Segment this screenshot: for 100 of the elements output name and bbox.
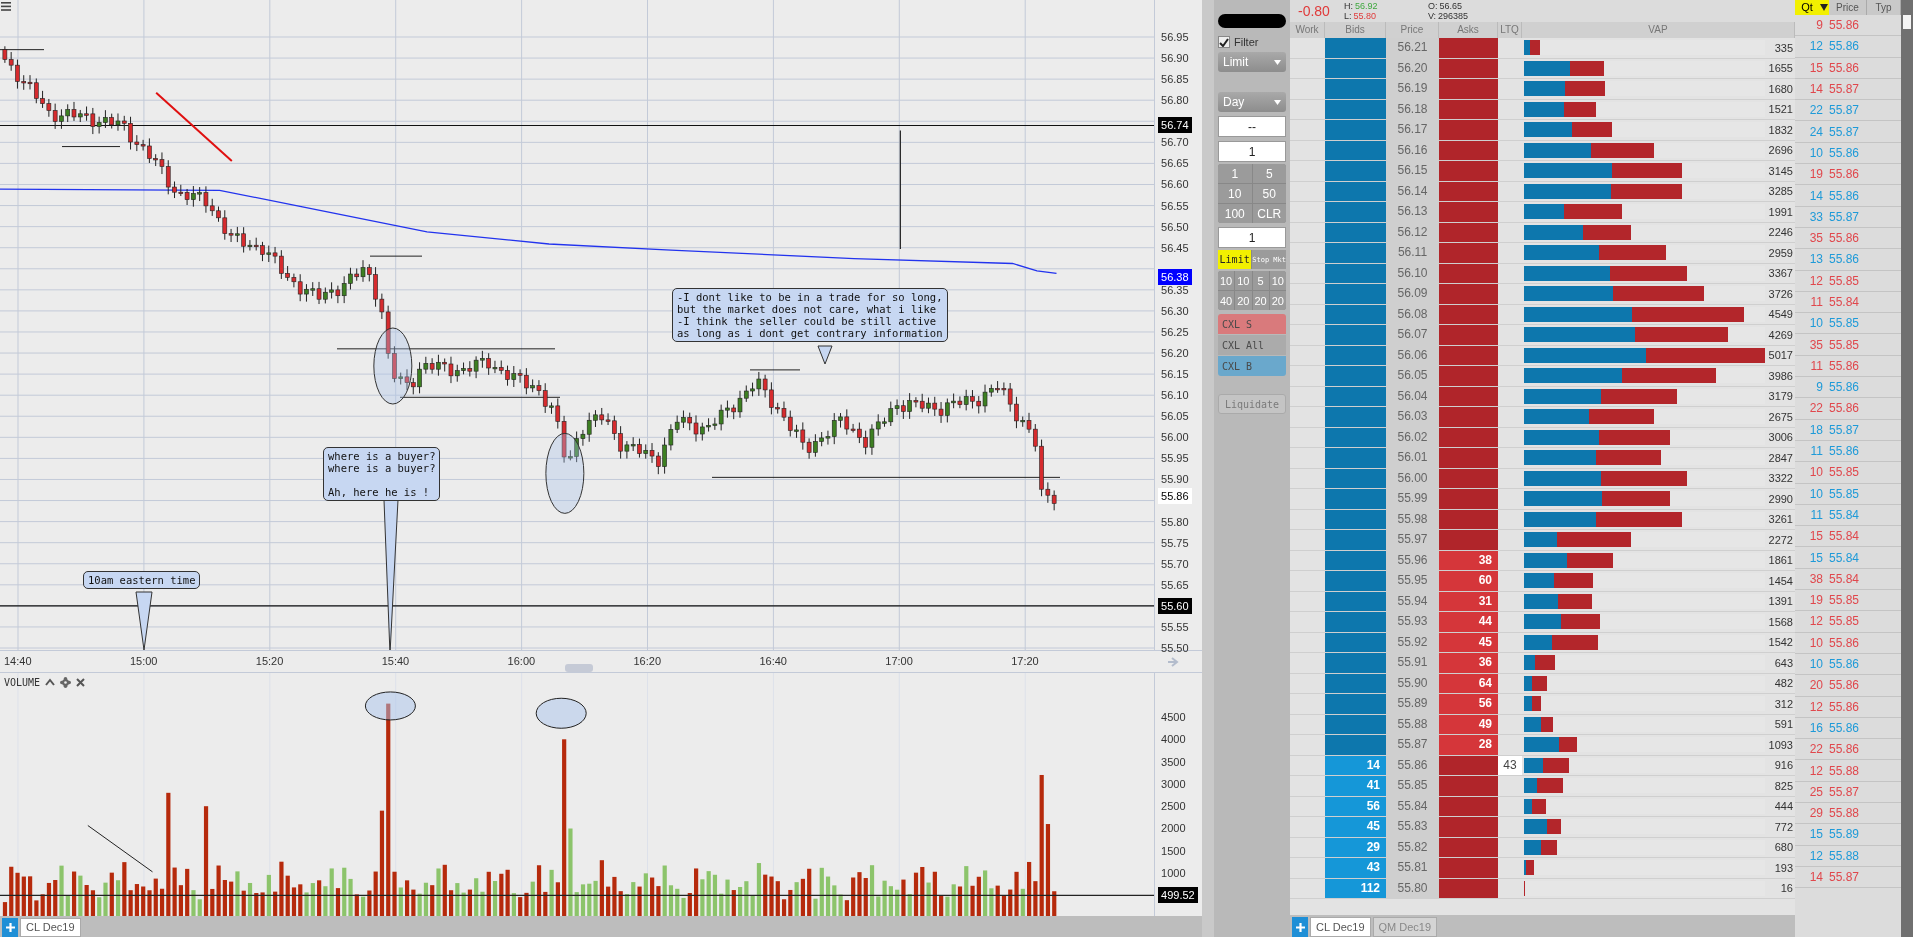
ask-cell[interactable] <box>1439 243 1498 263</box>
ask-cell[interactable] <box>1439 345 1498 365</box>
bid-cell[interactable] <box>1325 386 1386 406</box>
add-tab-button[interactable] <box>1292 917 1308 937</box>
bid-cell[interactable] <box>1325 509 1386 529</box>
bid-cell[interactable] <box>1325 222 1386 242</box>
ask-cell[interactable] <box>1439 366 1498 386</box>
bid-cell[interactable] <box>1325 99 1386 119</box>
preset-button[interactable]: 20 <box>1269 291 1286 310</box>
preset-button[interactable]: 10 <box>1235 271 1252 290</box>
ask-cell[interactable] <box>1439 181 1498 201</box>
bid-cell[interactable] <box>1325 243 1386 263</box>
ask-cell[interactable] <box>1439 878 1498 898</box>
ask-cell[interactable]: 28 <box>1439 735 1498 755</box>
bid-cell[interactable] <box>1325 366 1386 386</box>
bid-cell[interactable]: 41 <box>1325 776 1386 796</box>
filter-icon[interactable] <box>1819 0 1829 15</box>
bid-cell[interactable] <box>1325 120 1386 140</box>
ask-cell[interactable] <box>1439 837 1498 857</box>
bid-cell[interactable] <box>1325 284 1386 304</box>
ask-cell[interactable]: 45 <box>1439 632 1498 652</box>
column-header[interactable]: Qt <box>1795 0 1819 15</box>
duration-dropdown[interactable]: Day <box>1218 92 1286 112</box>
ask-cell[interactable] <box>1439 325 1498 345</box>
scrollbar-thumb[interactable] <box>1903 15 1911 29</box>
bid-cell[interactable] <box>1325 489 1386 509</box>
ask-cell[interactable]: 49 <box>1439 714 1498 734</box>
ask-cell[interactable] <box>1439 776 1498 796</box>
quantity-field[interactable]: 1 <box>1218 227 1286 248</box>
bid-cell[interactable] <box>1325 653 1386 673</box>
bid-cell[interactable]: 56 <box>1325 796 1386 816</box>
preset-button[interactable]: 40 <box>1218 291 1235 310</box>
bid-cell[interactable] <box>1325 550 1386 570</box>
order-mode-button[interactable]: Limit <box>1218 250 1252 269</box>
ask-cell[interactable] <box>1439 858 1498 878</box>
bid-cell[interactable] <box>1325 79 1386 99</box>
ask-cell[interactable] <box>1439 530 1498 550</box>
ask-cell[interactable]: 31 <box>1439 591 1498 611</box>
quantity-button[interactable]: CLR <box>1252 204 1286 223</box>
ask-cell[interactable] <box>1439 489 1498 509</box>
ask-cell[interactable]: 60 <box>1439 571 1498 591</box>
bid-cell[interactable] <box>1325 181 1386 201</box>
ask-cell[interactable]: 64 <box>1439 673 1498 693</box>
ask-cell[interactable] <box>1439 386 1498 406</box>
bid-cell[interactable] <box>1325 714 1386 734</box>
bid-cell[interactable] <box>1325 325 1386 345</box>
bid-cell[interactable]: 112 <box>1325 878 1386 898</box>
ask-cell[interactable] <box>1439 120 1498 140</box>
ask-cell[interactable]: 56 <box>1439 694 1498 714</box>
ask-cell[interactable] <box>1439 427 1498 447</box>
bid-cell[interactable]: 14 <box>1325 755 1386 775</box>
bid-cell[interactable]: 43 <box>1325 858 1386 878</box>
bid-cell[interactable] <box>1325 591 1386 611</box>
bid-cell[interactable] <box>1325 448 1386 468</box>
bid-cell[interactable] <box>1325 263 1386 283</box>
ask-cell[interactable] <box>1439 161 1498 181</box>
ask-cell[interactable] <box>1439 468 1498 488</box>
caret-up-icon[interactable] <box>45 678 56 687</box>
bid-cell[interactable] <box>1325 612 1386 632</box>
bid-cell[interactable] <box>1325 427 1386 447</box>
scroll-handle[interactable] <box>565 664 593 672</box>
ask-cell[interactable] <box>1439 79 1498 99</box>
bid-cell[interactable] <box>1325 161 1386 181</box>
ask-cell[interactable] <box>1439 755 1498 775</box>
menu-icon[interactable] <box>1 2 11 11</box>
quantity-button[interactable]: 10 <box>1218 184 1252 203</box>
preset-button[interactable]: 10 <box>1218 271 1235 290</box>
ask-cell[interactable]: 44 <box>1439 612 1498 632</box>
ask-cell[interactable] <box>1439 817 1498 837</box>
bid-cell[interactable] <box>1325 304 1386 324</box>
ask-cell[interactable] <box>1439 509 1498 529</box>
bid-cell[interactable] <box>1325 673 1386 693</box>
ask-cell[interactable] <box>1439 99 1498 119</box>
price-field[interactable]: -- <box>1218 116 1286 137</box>
bid-cell[interactable] <box>1325 345 1386 365</box>
preset-button[interactable]: 5 <box>1252 271 1269 290</box>
ask-cell[interactable] <box>1439 284 1498 304</box>
ask-cell[interactable] <box>1439 222 1498 242</box>
ask-cell[interactable] <box>1439 796 1498 816</box>
arrow-right-icon[interactable] <box>1167 657 1179 667</box>
bid-cell[interactable] <box>1325 735 1386 755</box>
preset-button[interactable]: 10 <box>1269 271 1286 290</box>
close-icon[interactable] <box>76 677 86 687</box>
ask-cell[interactable] <box>1439 58 1498 78</box>
filter-checkbox[interactable] <box>1218 36 1230 48</box>
bid-cell[interactable] <box>1325 58 1386 78</box>
add-tab-button[interactable] <box>2 917 18 937</box>
ask-cell[interactable] <box>1439 140 1498 160</box>
bid-cell[interactable] <box>1325 694 1386 714</box>
ask-cell[interactable]: 36 <box>1439 653 1498 673</box>
quantity-button[interactable]: 5 <box>1252 164 1286 183</box>
ask-cell[interactable] <box>1439 38 1498 58</box>
bid-cell[interactable]: 29 <box>1325 837 1386 857</box>
preset-button[interactable]: 20 <box>1252 291 1269 310</box>
bid-cell[interactable] <box>1325 140 1386 160</box>
quantity-button[interactable]: 50 <box>1252 184 1286 203</box>
quantity-button[interactable]: 1 <box>1218 164 1252 183</box>
bid-cell[interactable] <box>1325 571 1386 591</box>
ask-cell[interactable] <box>1439 448 1498 468</box>
bid-cell[interactable] <box>1325 202 1386 222</box>
